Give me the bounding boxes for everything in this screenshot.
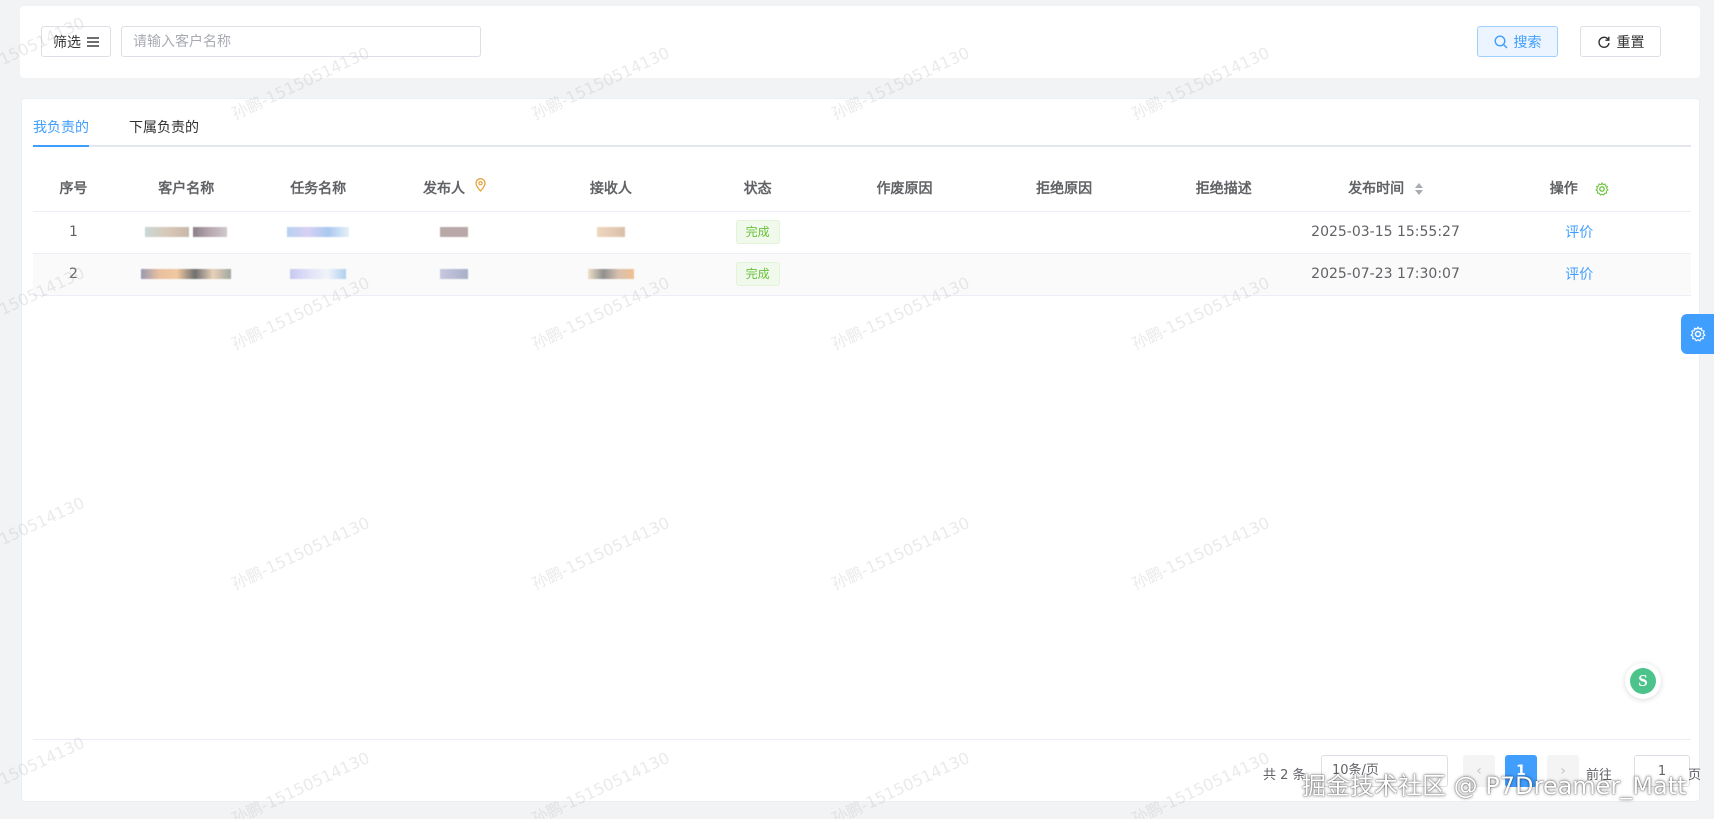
assistant-logo-icon: S	[1630, 668, 1656, 694]
actions-cell: 评价	[1467, 211, 1691, 254]
task-name-redacted	[258, 211, 378, 254]
reset-button-label: 重置	[1616, 34, 1645, 51]
customer-name-redacted	[113, 253, 259, 296]
table-header-row: 序号 客户名称 任务名称 发布人 接收人 状态 作废原因 拒绝原因 拒绝描述 发…	[33, 165, 1691, 212]
publish-time-header-label: 发布时间	[1348, 180, 1405, 197]
column-header-void-reason: 作废原因	[824, 165, 985, 212]
task-table: 序号 客户名称 任务名称 发布人 接收人 状态 作废原因 拒绝原因 拒绝描述 发…	[33, 165, 1691, 296]
column-header-status: 状态	[690, 165, 825, 212]
customer-name-redacted	[113, 211, 259, 254]
column-header-reject-reason: 拒绝原因	[984, 165, 1144, 212]
reset-button[interactable]: 重置	[1580, 26, 1661, 57]
page-size-select[interactable]: 10条/页	[1321, 755, 1448, 787]
goto-page-input[interactable]	[1634, 755, 1690, 787]
receiver-redacted	[531, 211, 691, 254]
prev-page-button[interactable]: ‹	[1463, 755, 1495, 787]
actions-header-label: 操作	[1549, 180, 1578, 197]
page-size-value: 10条/页	[1332, 763, 1379, 778]
customer-search-input[interactable]	[121, 26, 481, 57]
column-header-actions: 操作	[1467, 165, 1691, 212]
void-reason-cell	[824, 253, 985, 296]
goto-label: 前往	[1586, 768, 1613, 783]
search-button-label: 搜索	[1513, 34, 1542, 51]
actions-cell: 评价	[1467, 253, 1691, 296]
filter-lines-icon	[87, 36, 99, 47]
row-index: 2	[33, 253, 114, 296]
reject-description-cell	[1143, 253, 1304, 296]
sort-caret-icon[interactable]	[1414, 182, 1423, 195]
publish-time-cell: 2025-03-15 15:55:27	[1303, 211, 1468, 254]
column-header-reject-description: 拒绝描述	[1143, 165, 1304, 212]
task-list-card: 我负责的 下属负责的 序号 客户名称 任务名称 发布人 接收人 状态 作废原因 …	[21, 98, 1701, 802]
status-badge: 完成	[735, 220, 780, 244]
table-row: 1 完成 2025-03-15 15:55:27 评价	[33, 211, 1691, 254]
void-reason-cell	[824, 211, 985, 254]
column-header-receiver: 接收人	[531, 165, 691, 212]
filter-bar: 筛选 搜索 重置	[20, 6, 1700, 78]
table-row: 2 完成 2025-07-23 17:30:07 评价	[33, 253, 1691, 296]
location-pin-icon[interactable]	[475, 177, 486, 192]
status-badge: 完成	[735, 262, 780, 286]
floating-assistant-button[interactable]: S	[1625, 663, 1661, 699]
column-header-publisher: 发布人	[377, 165, 532, 212]
reject-description-cell	[1143, 211, 1304, 254]
next-page-button[interactable]: ›	[1547, 755, 1579, 787]
page-suffix-label: 页	[1688, 768, 1702, 783]
tab-subordinates[interactable]: 下属负责的	[129, 111, 199, 147]
column-header-task: 任务名称	[258, 165, 378, 212]
reject-reason-cell	[984, 211, 1144, 254]
publisher-redacted	[377, 211, 532, 254]
row-index: 1	[33, 211, 114, 254]
task-name-redacted	[258, 253, 378, 296]
pagination-total: 共 2 条	[1263, 768, 1306, 783]
page-number-current[interactable]: 1	[1505, 755, 1537, 787]
search-icon	[1493, 34, 1507, 48]
gear-icon	[1689, 326, 1706, 342]
column-header-customer: 客户名称	[113, 165, 259, 212]
publisher-redacted	[377, 253, 532, 296]
column-header-publish-time[interactable]: 发布时间	[1303, 165, 1468, 212]
search-button[interactable]: 搜索	[1477, 26, 1558, 57]
status-cell: 完成	[690, 253, 825, 296]
evaluate-link[interactable]: 评价	[1565, 225, 1593, 241]
column-header-index: 序号	[33, 165, 114, 212]
filter-button-label: 筛选	[53, 34, 81, 51]
evaluate-link[interactable]: 评价	[1565, 267, 1593, 283]
side-settings-button[interactable]	[1681, 314, 1714, 354]
status-cell: 完成	[690, 211, 825, 254]
pagination: 共 2 条 10条/页 ‹ 1 › 前往 页	[33, 739, 1701, 799]
filter-button[interactable]: 筛选	[41, 26, 111, 57]
publisher-header-label: 发布人	[422, 180, 465, 197]
tab-bar: 我负责的 下属负责的	[33, 111, 1691, 147]
tab-mine[interactable]: 我负责的	[33, 111, 89, 147]
gear-icon[interactable]	[1594, 181, 1609, 196]
refresh-icon	[1597, 36, 1610, 48]
receiver-redacted	[531, 253, 691, 296]
publish-time-cell: 2025-07-23 17:30:07	[1303, 253, 1468, 296]
reject-reason-cell	[984, 253, 1144, 296]
